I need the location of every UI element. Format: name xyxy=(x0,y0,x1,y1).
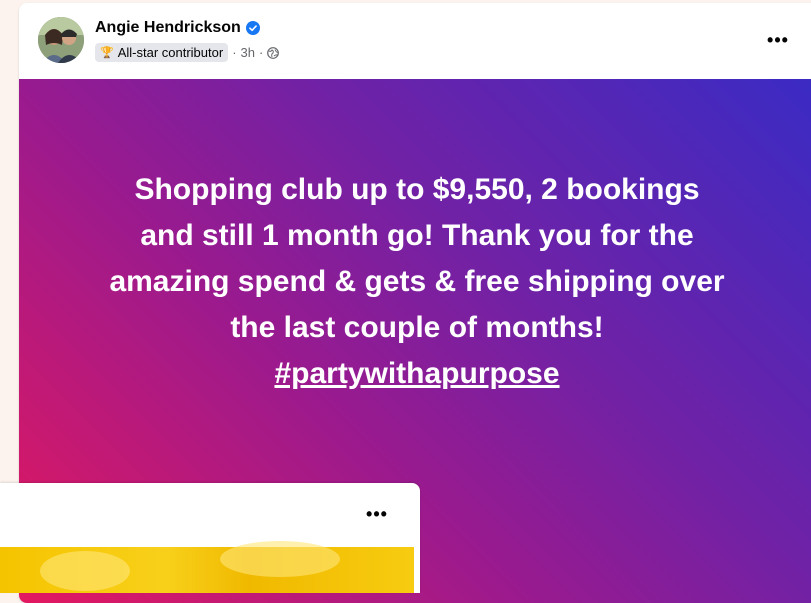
badge-label: All-star contributor xyxy=(117,45,224,60)
globe-icon[interactable] xyxy=(267,46,280,59)
author-avatar[interactable] xyxy=(38,17,84,63)
post-text: Shopping club up to $9,550, 2 bookings a… xyxy=(49,167,785,397)
avatar-photo xyxy=(38,17,84,63)
meta-separator: · xyxy=(232,45,237,60)
post-options-button[interactable]: ••• xyxy=(765,27,791,53)
post-media[interactable] xyxy=(0,541,414,593)
contributor-badge[interactable]: 🏆 All-star contributor xyxy=(95,43,229,62)
post-text-line: the last couple of months! xyxy=(230,311,604,344)
feed-post-secondary: ••• xyxy=(0,483,420,593)
post-text-line: Shopping club up to $9,550, 2 bookings xyxy=(134,173,700,206)
post-header: Angie Hendrickson 🏆 All-star contributor… xyxy=(19,3,811,79)
hashtag-link[interactable]: #partywithapurpose xyxy=(49,351,785,397)
media-highlight xyxy=(40,551,130,591)
post-text-line: and still 1 month go! Thank you for the xyxy=(140,219,694,252)
media-highlight xyxy=(220,541,340,577)
trophy-icon: 🏆 xyxy=(100,47,114,59)
post-text-line: amazing spend & gets & free shipping ove… xyxy=(109,265,725,298)
author-line: Angie Hendrickson xyxy=(95,19,260,37)
meta-separator: · xyxy=(259,45,264,60)
post-timestamp[interactable]: 3h xyxy=(241,45,255,60)
post-options-button[interactable]: ••• xyxy=(364,501,390,527)
author-name[interactable]: Angie Hendrickson xyxy=(95,19,241,37)
post-meta: 🏆 All-star contributor · 3h · xyxy=(95,43,280,62)
verified-badge-icon xyxy=(245,21,260,35)
